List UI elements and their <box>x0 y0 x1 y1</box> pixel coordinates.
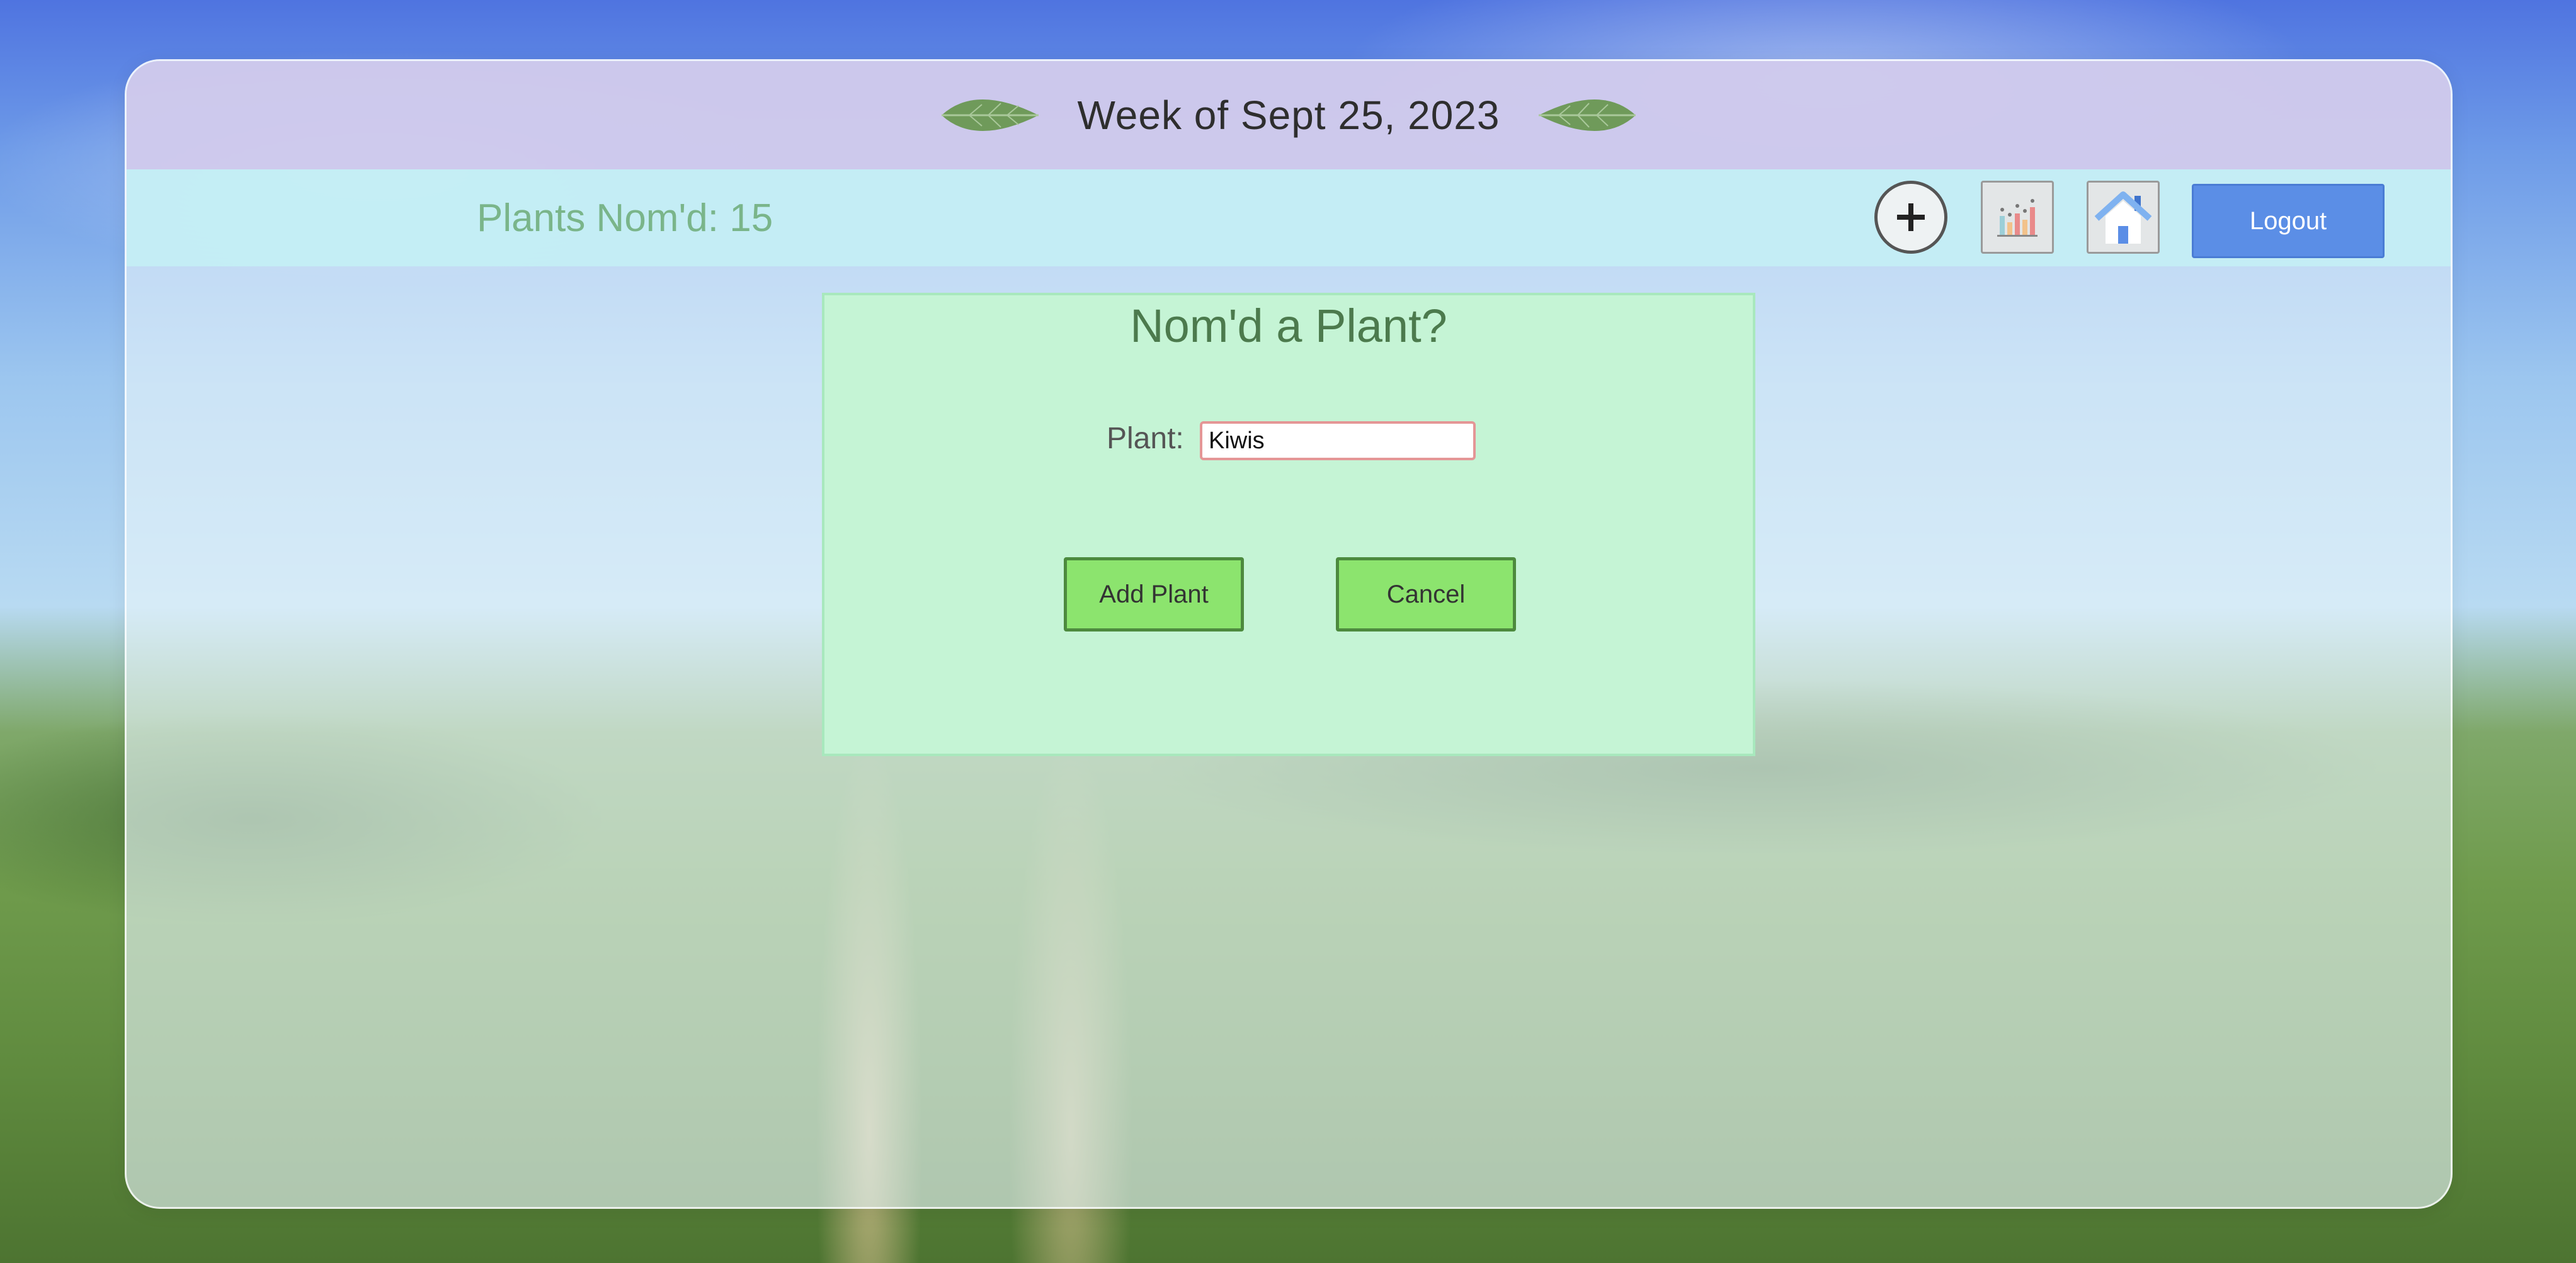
home-button[interactable] <box>2087 181 2160 254</box>
plant-count: Plants Nom'd: 15 <box>477 196 773 240</box>
leaf-icon <box>941 99 1039 131</box>
bar-chart-icon <box>1997 199 2037 237</box>
home-icon <box>2094 191 2152 244</box>
cancel-button[interactable]: Cancel <box>1336 557 1516 632</box>
stats-button[interactable] <box>1981 181 2054 254</box>
leaf-icon <box>1539 99 1636 131</box>
page-title: Week of Sept 25, 2023 <box>1077 93 1500 138</box>
add-plant-dialog: Nom'd a Plant? Plant: Add Plant Cancel <box>822 293 1755 756</box>
plus-icon <box>1897 203 1925 231</box>
logout-button[interactable]: Logout <box>2192 184 2385 258</box>
plant-label: Plant: <box>1107 422 1184 455</box>
plant-input[interactable] <box>1200 421 1476 460</box>
dialog-title: Nom'd a Plant? <box>1130 300 1447 352</box>
title-bar: Week of Sept 25, 2023 <box>127 61 2451 169</box>
nav-bar: Plants Nom'd: 15 Logout <box>127 169 2451 266</box>
add-plant-nav-button[interactable] <box>1874 181 1947 254</box>
main-panel: Week of Sept 25, 2023 Plants Nom'd: 15 L… <box>125 59 2453 1209</box>
add-plant-button[interactable]: Add Plant <box>1064 557 1244 632</box>
